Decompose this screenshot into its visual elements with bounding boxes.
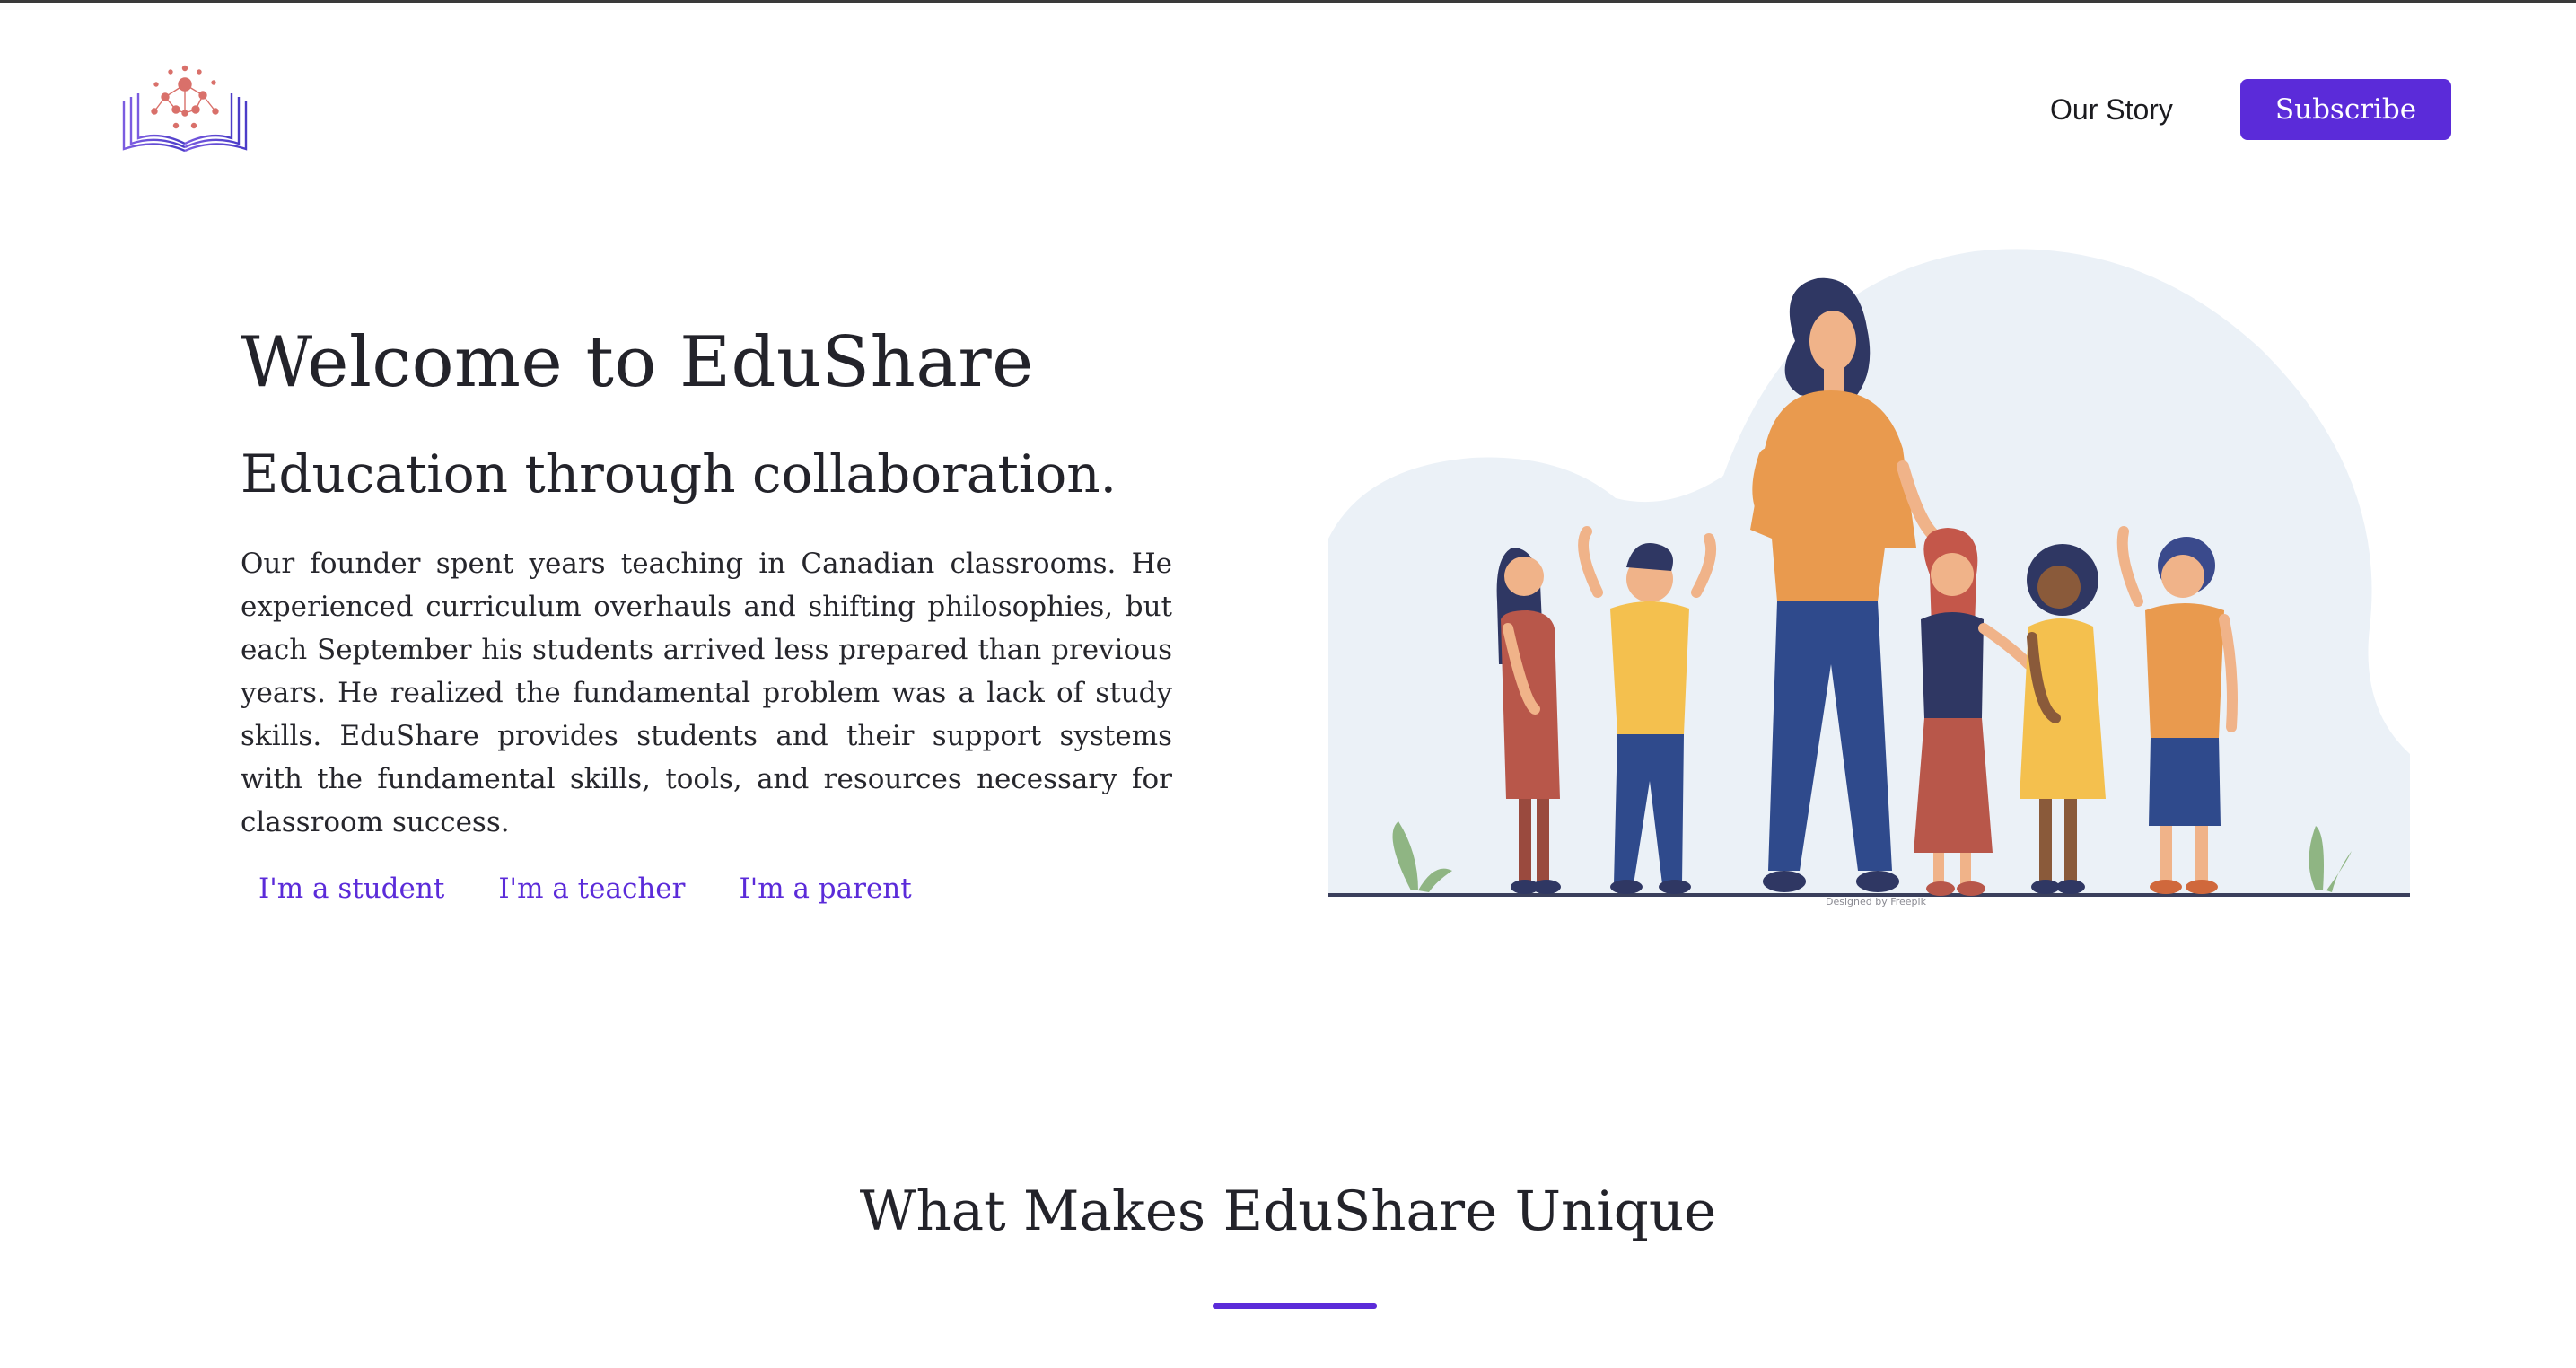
hero-subtitle: Education through collaboration.: [241, 443, 1117, 504]
role-links: I'm a student I'm a teacher I'm a parent: [241, 864, 1172, 914]
site-header: Our Story Subscribe: [0, 0, 2576, 215]
hero-section: Welcome to EduShare Education through co…: [241, 314, 1172, 914]
nav-our-story[interactable]: Our Story: [2050, 88, 2173, 131]
subscribe-button[interactable]: Subscribe: [2240, 79, 2451, 140]
role-link-student[interactable]: I'm a student: [241, 864, 462, 914]
illustration-credit: Designed by Freepik: [1826, 896, 1926, 908]
hero-title: Welcome to EduShare: [241, 322, 1034, 403]
role-link-teacher[interactable]: I'm a teacher: [480, 864, 703, 914]
hero-illustration: [1328, 242, 2410, 911]
section-divider: [1213, 1303, 1377, 1309]
hero-description: Our founder spent years teaching in Cana…: [241, 548, 1172, 838]
book-logo-icon[interactable]: [120, 59, 250, 160]
section-title: What Makes EduShare Unique: [859, 1179, 1717, 1243]
role-link-parent[interactable]: I'm a parent: [721, 864, 929, 914]
